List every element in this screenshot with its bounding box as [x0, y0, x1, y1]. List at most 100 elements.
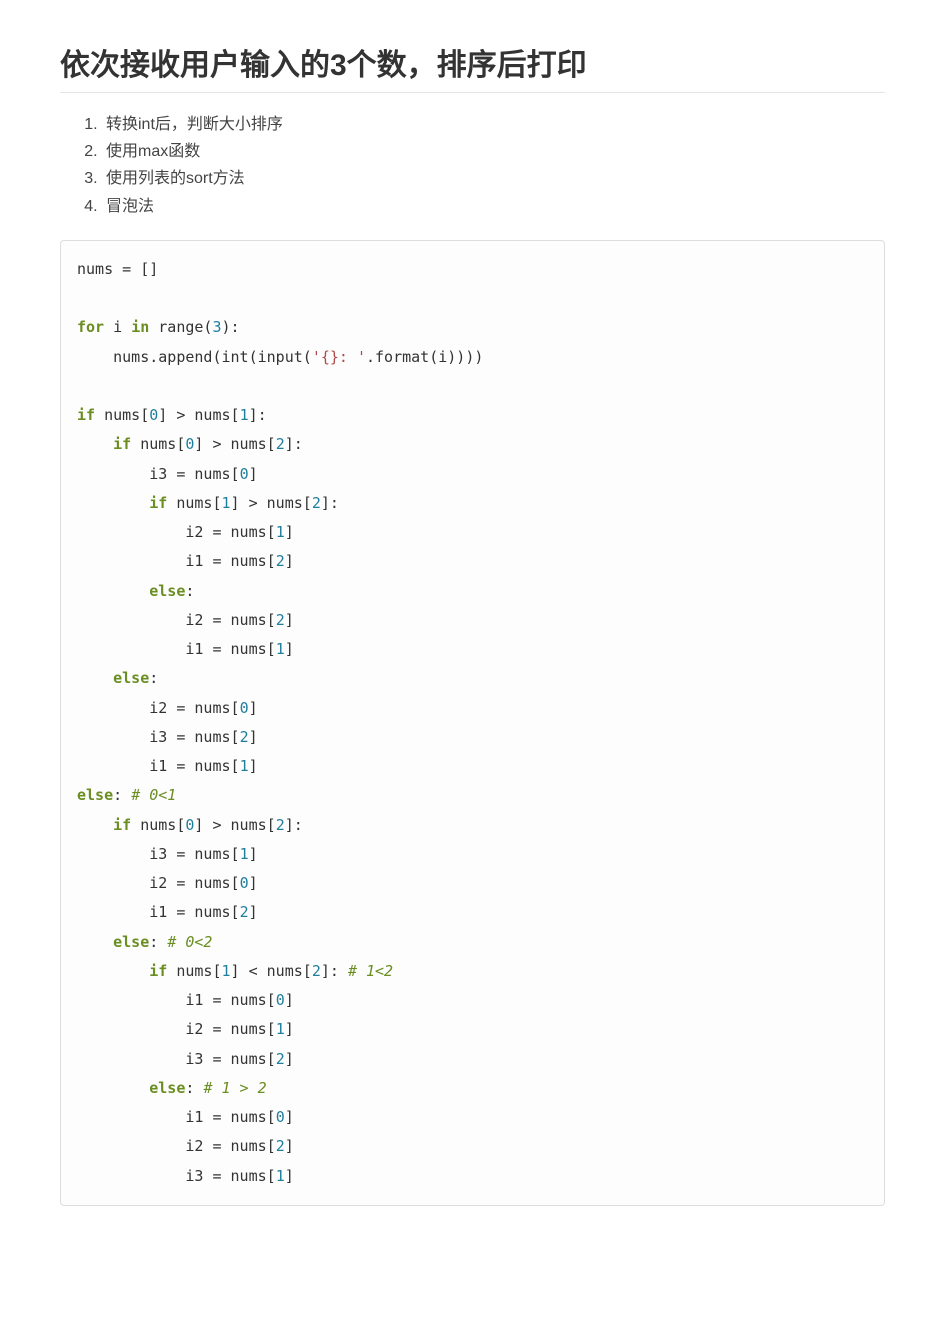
code-token: i1 = nums[ [77, 757, 240, 775]
code-token: ]: [321, 962, 348, 980]
code-token: 1 [276, 523, 285, 541]
code-token: ] > nums[ [158, 406, 239, 424]
code-token: nums.append(int(input( [77, 348, 312, 366]
code-token: 2 [276, 816, 285, 834]
code-token [77, 933, 113, 951]
code-token: ] [285, 523, 294, 541]
code-token [77, 435, 113, 453]
code-token: if [149, 962, 167, 980]
list-item: 使用列表的sort方法 [102, 165, 885, 192]
code-token: 1 [240, 406, 249, 424]
code-token: i1 = nums[ [77, 640, 276, 658]
code-token: i [104, 318, 131, 336]
code-token: ] [249, 845, 258, 863]
page-title: 依次接收用户输入的3个数，排序后打印 [60, 40, 885, 93]
code-token: 1 [240, 845, 249, 863]
code-token: else [77, 786, 113, 804]
code-token: ]: [285, 816, 303, 834]
code-token: range( [149, 318, 212, 336]
code-token: else [149, 1079, 185, 1097]
code-token: '{}: ' [312, 348, 366, 366]
code-token: else [113, 933, 149, 951]
code-token: ] [249, 465, 258, 483]
code-token: ] [285, 1020, 294, 1038]
code-token: ]: [321, 494, 339, 512]
code-token: ] [285, 640, 294, 658]
code-token: ] [285, 1050, 294, 1068]
code-token: 2 [312, 494, 321, 512]
code-token: 0 [240, 465, 249, 483]
code-token: i1 = nums[ [77, 903, 240, 921]
code-token: nums[ [131, 435, 185, 453]
code-token: 3 [212, 318, 221, 336]
code-token: else [149, 582, 185, 600]
code-token: ]: [285, 435, 303, 453]
code-token: 2 [276, 1137, 285, 1155]
code-token: if [149, 494, 167, 512]
code-token: ] [285, 552, 294, 570]
code-token: ] [249, 903, 258, 921]
methods-list: 转换int后，判断大小排序 使用max函数 使用列表的sort方法 冒泡法 [60, 111, 885, 220]
code-token: 1 [276, 1020, 285, 1038]
code-token: i2 = nums[ [77, 699, 240, 717]
code-token: 2 [276, 435, 285, 453]
code-token: nums[ [131, 816, 185, 834]
code-token: i3 = nums[ [77, 845, 240, 863]
code-token: i2 = nums[ [77, 1137, 276, 1155]
code-token: i2 = nums[ [77, 1020, 276, 1038]
code-token: i1 = nums[ [77, 1108, 276, 1126]
code-token: ] [285, 991, 294, 1009]
code-token: ] [285, 1137, 294, 1155]
code-token: ] > nums[ [231, 494, 312, 512]
code-token: if [113, 435, 131, 453]
code-token: : [185, 582, 194, 600]
code-token [77, 816, 113, 834]
code-token: : [149, 669, 158, 687]
code-token: 2 [312, 962, 321, 980]
code-token: 0 [276, 991, 285, 1009]
code-token: nums[ [95, 406, 149, 424]
code-token: 0 [149, 406, 158, 424]
code-token: ] [249, 699, 258, 717]
code-token [77, 669, 113, 687]
code-token [77, 1079, 149, 1097]
list-item: 使用max函数 [102, 138, 885, 165]
code-token: ] < nums[ [231, 962, 312, 980]
code-token: ] [249, 874, 258, 892]
code-token: : [149, 933, 167, 951]
code-token: in [131, 318, 149, 336]
code-token: i2 = nums[ [77, 523, 276, 541]
code-token: ] [249, 757, 258, 775]
code-token: i3 = nums[ [77, 728, 240, 746]
code-token: 1 [276, 1167, 285, 1185]
code-token: nums[ [167, 962, 221, 980]
code-token: : [185, 1079, 203, 1097]
code-token [77, 582, 149, 600]
code-token: 1 [222, 494, 231, 512]
code-token [77, 962, 149, 980]
code-token: if [77, 406, 95, 424]
list-item: 转换int后，判断大小排序 [102, 111, 885, 138]
code-token: for [77, 318, 104, 336]
code-token: 2 [276, 552, 285, 570]
code-token: ] [285, 1167, 294, 1185]
code-token: 2 [276, 1050, 285, 1068]
code-token: 0 [240, 874, 249, 892]
code-token: 1 [276, 640, 285, 658]
code-token: # 0<1 [131, 786, 176, 804]
code-token: nums[ [167, 494, 221, 512]
code-token: 2 [240, 728, 249, 746]
code-token: # 1<2 [348, 962, 393, 980]
code-token: # 1 > 2 [203, 1079, 266, 1097]
code-token: .format(i)))) [366, 348, 483, 366]
code-token: ] > nums[ [194, 435, 275, 453]
code-block: nums = [] for i in range(3): nums.append… [60, 240, 885, 1206]
code-token: ] [285, 1108, 294, 1126]
code-token: ] [249, 728, 258, 746]
code-token: : [113, 786, 131, 804]
code-token: 2 [240, 903, 249, 921]
code-token: i1 = nums[ [77, 991, 276, 1009]
code-token: ] [285, 611, 294, 629]
code-token: ] > nums[ [194, 816, 275, 834]
code-token: 1 [240, 757, 249, 775]
